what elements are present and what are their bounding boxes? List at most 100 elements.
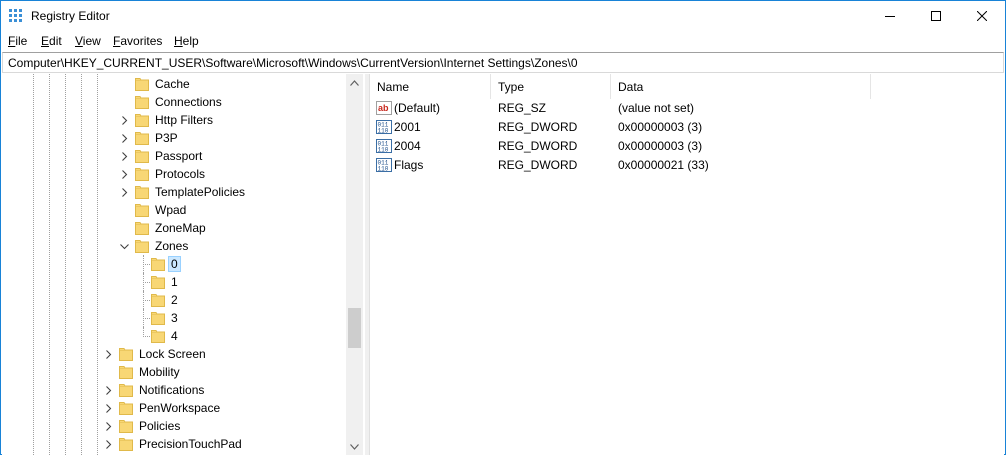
collapsed-arrow-icon[interactable] [119, 183, 129, 201]
tree-connector [143, 300, 150, 301]
collapsed-arrow-icon[interactable] [119, 147, 129, 165]
collapsed-arrow-icon[interactable] [103, 399, 113, 417]
collapsed-arrow-icon[interactable] [103, 435, 113, 453]
tree-item[interactable]: 1 [2, 273, 345, 291]
folder-icon [135, 203, 149, 217]
expanded-arrow-icon[interactable] [119, 237, 129, 255]
minimize-button[interactable] [867, 1, 913, 31]
tree-item-label[interactable]: Wpad [152, 202, 189, 218]
column-header-data[interactable]: Data [611, 74, 871, 99]
value-data: 0x00000003 (3) [618, 120, 703, 134]
menu-view[interactable]: View [75, 34, 101, 48]
folder-icon [135, 149, 149, 163]
folder-icon [151, 257, 165, 271]
close-button[interactable] [959, 1, 1005, 31]
tree-item[interactable]: PenWorkspace [2, 399, 345, 417]
values-list[interactable]: Name Type Data ab (Default) REG_SZ (value n… [369, 74, 1004, 455]
tree-item-label[interactable]: ZoneMap [152, 220, 209, 236]
folder-icon [135, 95, 149, 109]
tree-item[interactable]: TemplatePolicies [2, 183, 345, 201]
tree-item-label[interactable]: 0 [168, 256, 181, 272]
column-header-data-label: Data [618, 80, 644, 94]
value-type: REG_DWORD [498, 158, 578, 172]
tree-item-label[interactable]: Http Filters [152, 112, 216, 128]
value-row[interactable]: 011 110 2004 REG_DWORD 0x00000003 (3) [370, 137, 1005, 155]
tree-item[interactable]: PrecisionTouchPad [2, 435, 345, 453]
tree-item-label[interactable]: Connections [152, 94, 225, 110]
tree-item[interactable]: Protocols [2, 165, 345, 183]
collapsed-arrow-icon[interactable] [119, 111, 129, 129]
tree-item[interactable]: Notifications [2, 381, 345, 399]
binary-value-icon: 011 110 [376, 158, 392, 173]
value-row[interactable]: ab (Default) REG_SZ (value not set) [370, 99, 1005, 117]
menu-favorites[interactable]: Favorites [113, 34, 162, 48]
tree-item[interactable]: Mobility [2, 363, 345, 381]
tree-item[interactable]: Http Filters [2, 111, 345, 129]
tree-item-label[interactable]: Zones [152, 238, 191, 254]
scroll-thumb[interactable] [348, 308, 361, 348]
chevron-up-icon [350, 79, 359, 86]
scroll-up-button[interactable] [346, 74, 363, 91]
tree-item[interactable]: Lock Screen [2, 345, 345, 363]
minimize-icon [885, 16, 895, 17]
tree-vertical-scrollbar[interactable] [346, 74, 363, 455]
menu-help[interactable]: Help [174, 34, 199, 48]
tree-item[interactable]: Passport [2, 147, 345, 165]
column-header-type-label: Type [498, 80, 525, 94]
tree-item[interactable]: Cache [2, 75, 345, 93]
tree-item-label[interactable]: PenWorkspace [136, 400, 223, 416]
tree-item[interactable]: P3P [2, 129, 345, 147]
tree-item[interactable]: 2 [2, 291, 345, 309]
tree-item-label[interactable]: 2 [168, 292, 181, 308]
tree-item-label[interactable]: Notifications [136, 382, 207, 398]
tree-item[interactable]: Policies [2, 417, 345, 435]
tree-item-label[interactable]: 1 [168, 274, 181, 290]
folder-icon [135, 113, 149, 127]
tree-item[interactable]: 3 [2, 309, 345, 327]
collapsed-arrow-icon[interactable] [103, 345, 113, 363]
value-row[interactable]: 011 110 2001 REG_DWORD 0x00000003 (3) [370, 118, 1005, 136]
tree-item[interactable]: 4 [2, 327, 345, 345]
column-header-type[interactable]: Type [491, 74, 611, 99]
tree-item-label[interactable]: 4 [168, 328, 181, 344]
value-data: 0x00000021 (33) [618, 158, 709, 172]
menu-file[interactable]: File [8, 34, 27, 48]
collapsed-arrow-icon[interactable] [103, 381, 113, 399]
folder-icon [119, 419, 133, 433]
column-header-name[interactable]: Name [370, 74, 491, 99]
folder-icon [151, 311, 165, 325]
tree-item[interactable]: ZoneMap [2, 219, 345, 237]
tree-item[interactable]: Zones [2, 237, 345, 255]
tree-item[interactable]: Wpad [2, 201, 345, 219]
value-row[interactable]: 011 110 Flags REG_DWORD 0x00000021 (33) [370, 156, 1005, 174]
maximize-button[interactable] [913, 1, 959, 31]
tree-item-label[interactable]: Passport [152, 148, 205, 164]
svg-text:110: 110 [378, 147, 389, 154]
collapsed-arrow-icon[interactable] [119, 165, 129, 183]
address-bar[interactable]: Computer\HKEY_CURRENT_USER\Software\Micr… [2, 52, 1004, 73]
tree-item-label[interactable]: Lock Screen [136, 346, 209, 362]
folder-icon [135, 77, 149, 91]
tree-item-label[interactable]: Policies [136, 418, 183, 434]
title-bar[interactable]: Registry Editor [1, 1, 1005, 31]
value-data: (value not set) [618, 101, 695, 115]
collapsed-arrow-icon[interactable] [119, 129, 129, 147]
tree-item-label[interactable]: Protocols [152, 166, 208, 182]
value-name: Flags [394, 158, 424, 172]
tree-item[interactable]: Connections [2, 93, 345, 111]
chevron-down-icon [350, 443, 359, 450]
value-name: 2004 [394, 139, 421, 153]
tree-item-label[interactable]: TemplatePolicies [152, 184, 248, 200]
tree-item-label[interactable]: P3P [152, 130, 181, 146]
collapsed-arrow-icon[interactable] [103, 417, 113, 435]
tree-item-label[interactable]: Cache [152, 76, 193, 92]
tree-item-label[interactable]: 3 [168, 310, 181, 326]
tree-item-label[interactable]: PrecisionTouchPad [136, 436, 245, 452]
registry-key-tree[interactable]: Cache Connections Http Filters P3P Passport P… [2, 74, 365, 455]
scroll-down-button[interactable] [346, 438, 363, 455]
folder-icon [119, 401, 133, 415]
address-path[interactable]: Computer\HKEY_CURRENT_USER\Software\Micr… [8, 56, 578, 70]
tree-item[interactable]: 0 [2, 255, 345, 273]
tree-item-label[interactable]: Mobility [136, 364, 183, 380]
menu-edit[interactable]: Edit [41, 34, 62, 48]
